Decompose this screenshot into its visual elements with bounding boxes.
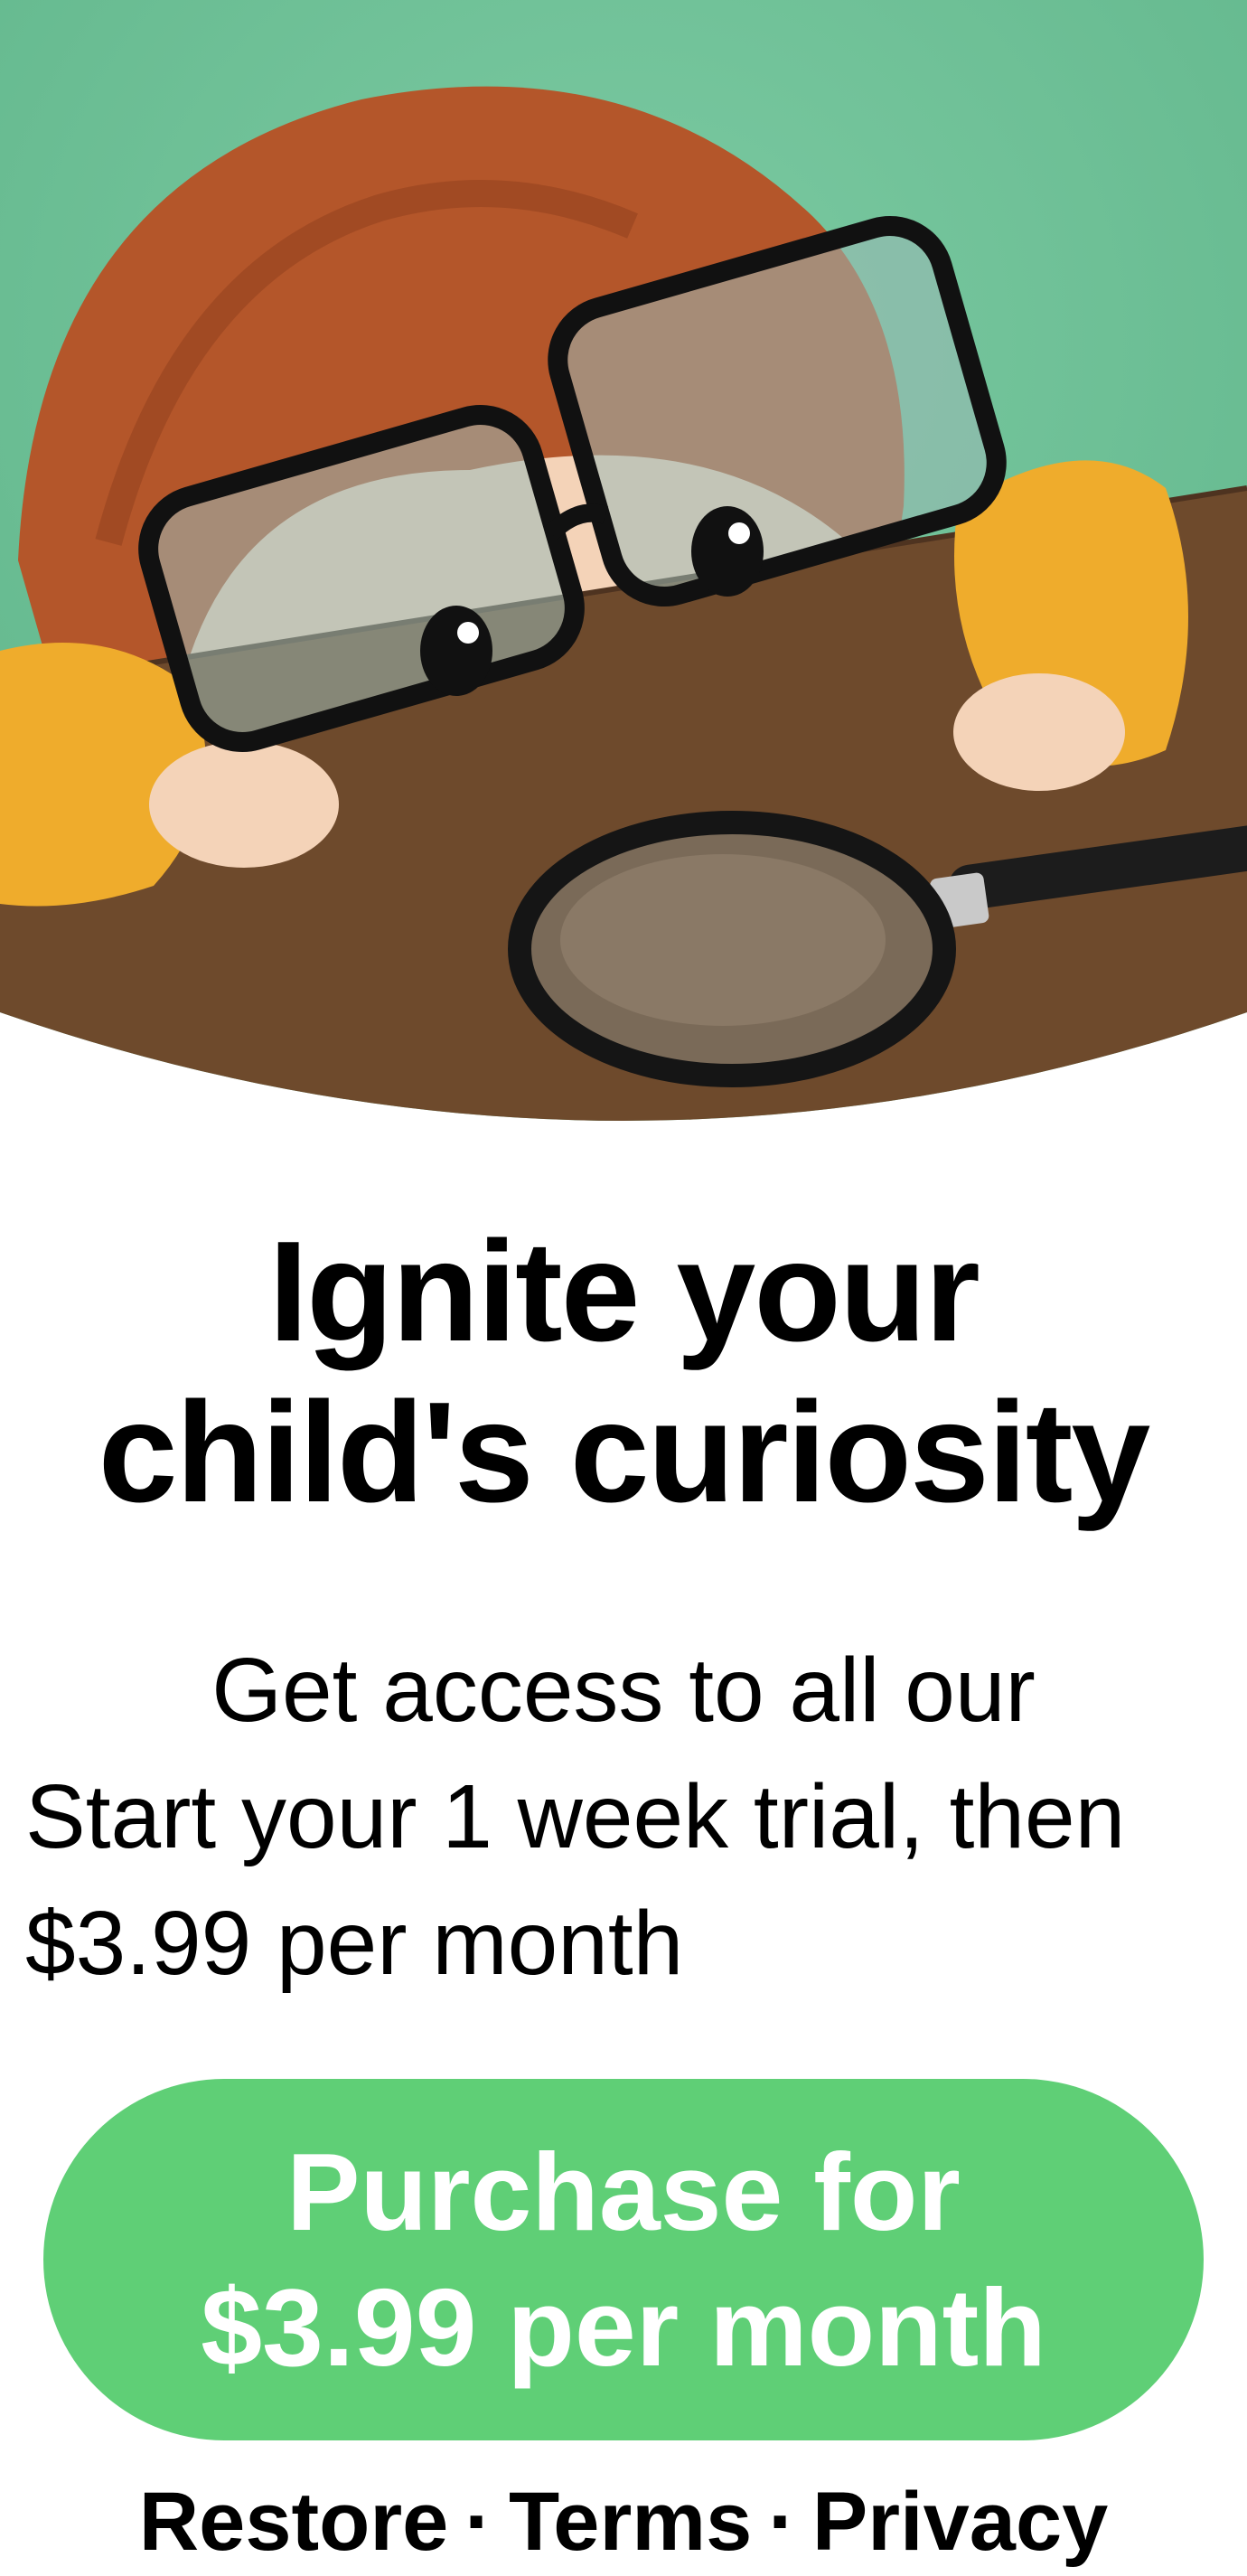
- restore-link[interactable]: Restore: [139, 2476, 449, 2568]
- trial-line-1: Start your 1 week trial, then: [25, 1766, 1126, 1867]
- footer-separator: ·: [768, 2476, 796, 2568]
- purchase-button-line-2: $3.99 per month: [201, 2266, 1046, 2389]
- headline-line-1: Ignite your: [268, 1212, 980, 1371]
- trial-line-2: $3.99 per month: [25, 1893, 684, 1994]
- privacy-link[interactable]: Privacy: [812, 2476, 1108, 2568]
- terms-link[interactable]: Terms: [509, 2476, 752, 2568]
- headline-line-2: child's curiosity: [98, 1373, 1151, 1532]
- footer-separator: ·: [464, 2476, 492, 2568]
- purchase-button[interactable]: Purchase for $3.99 per month: [43, 2079, 1204, 2440]
- subtitle: Get access to all our: [211, 1640, 1036, 1741]
- footer-links: Restore · Terms · Privacy: [0, 2468, 1247, 2576]
- trial-info: Start your 1 week trial, then $3.99 per …: [25, 1753, 1236, 2007]
- hero-illustration: [0, 0, 1247, 1139]
- headline: Ignite your child's curiosity: [0, 1211, 1247, 1533]
- purchase-button-line-1: Purchase for: [286, 2130, 961, 2253]
